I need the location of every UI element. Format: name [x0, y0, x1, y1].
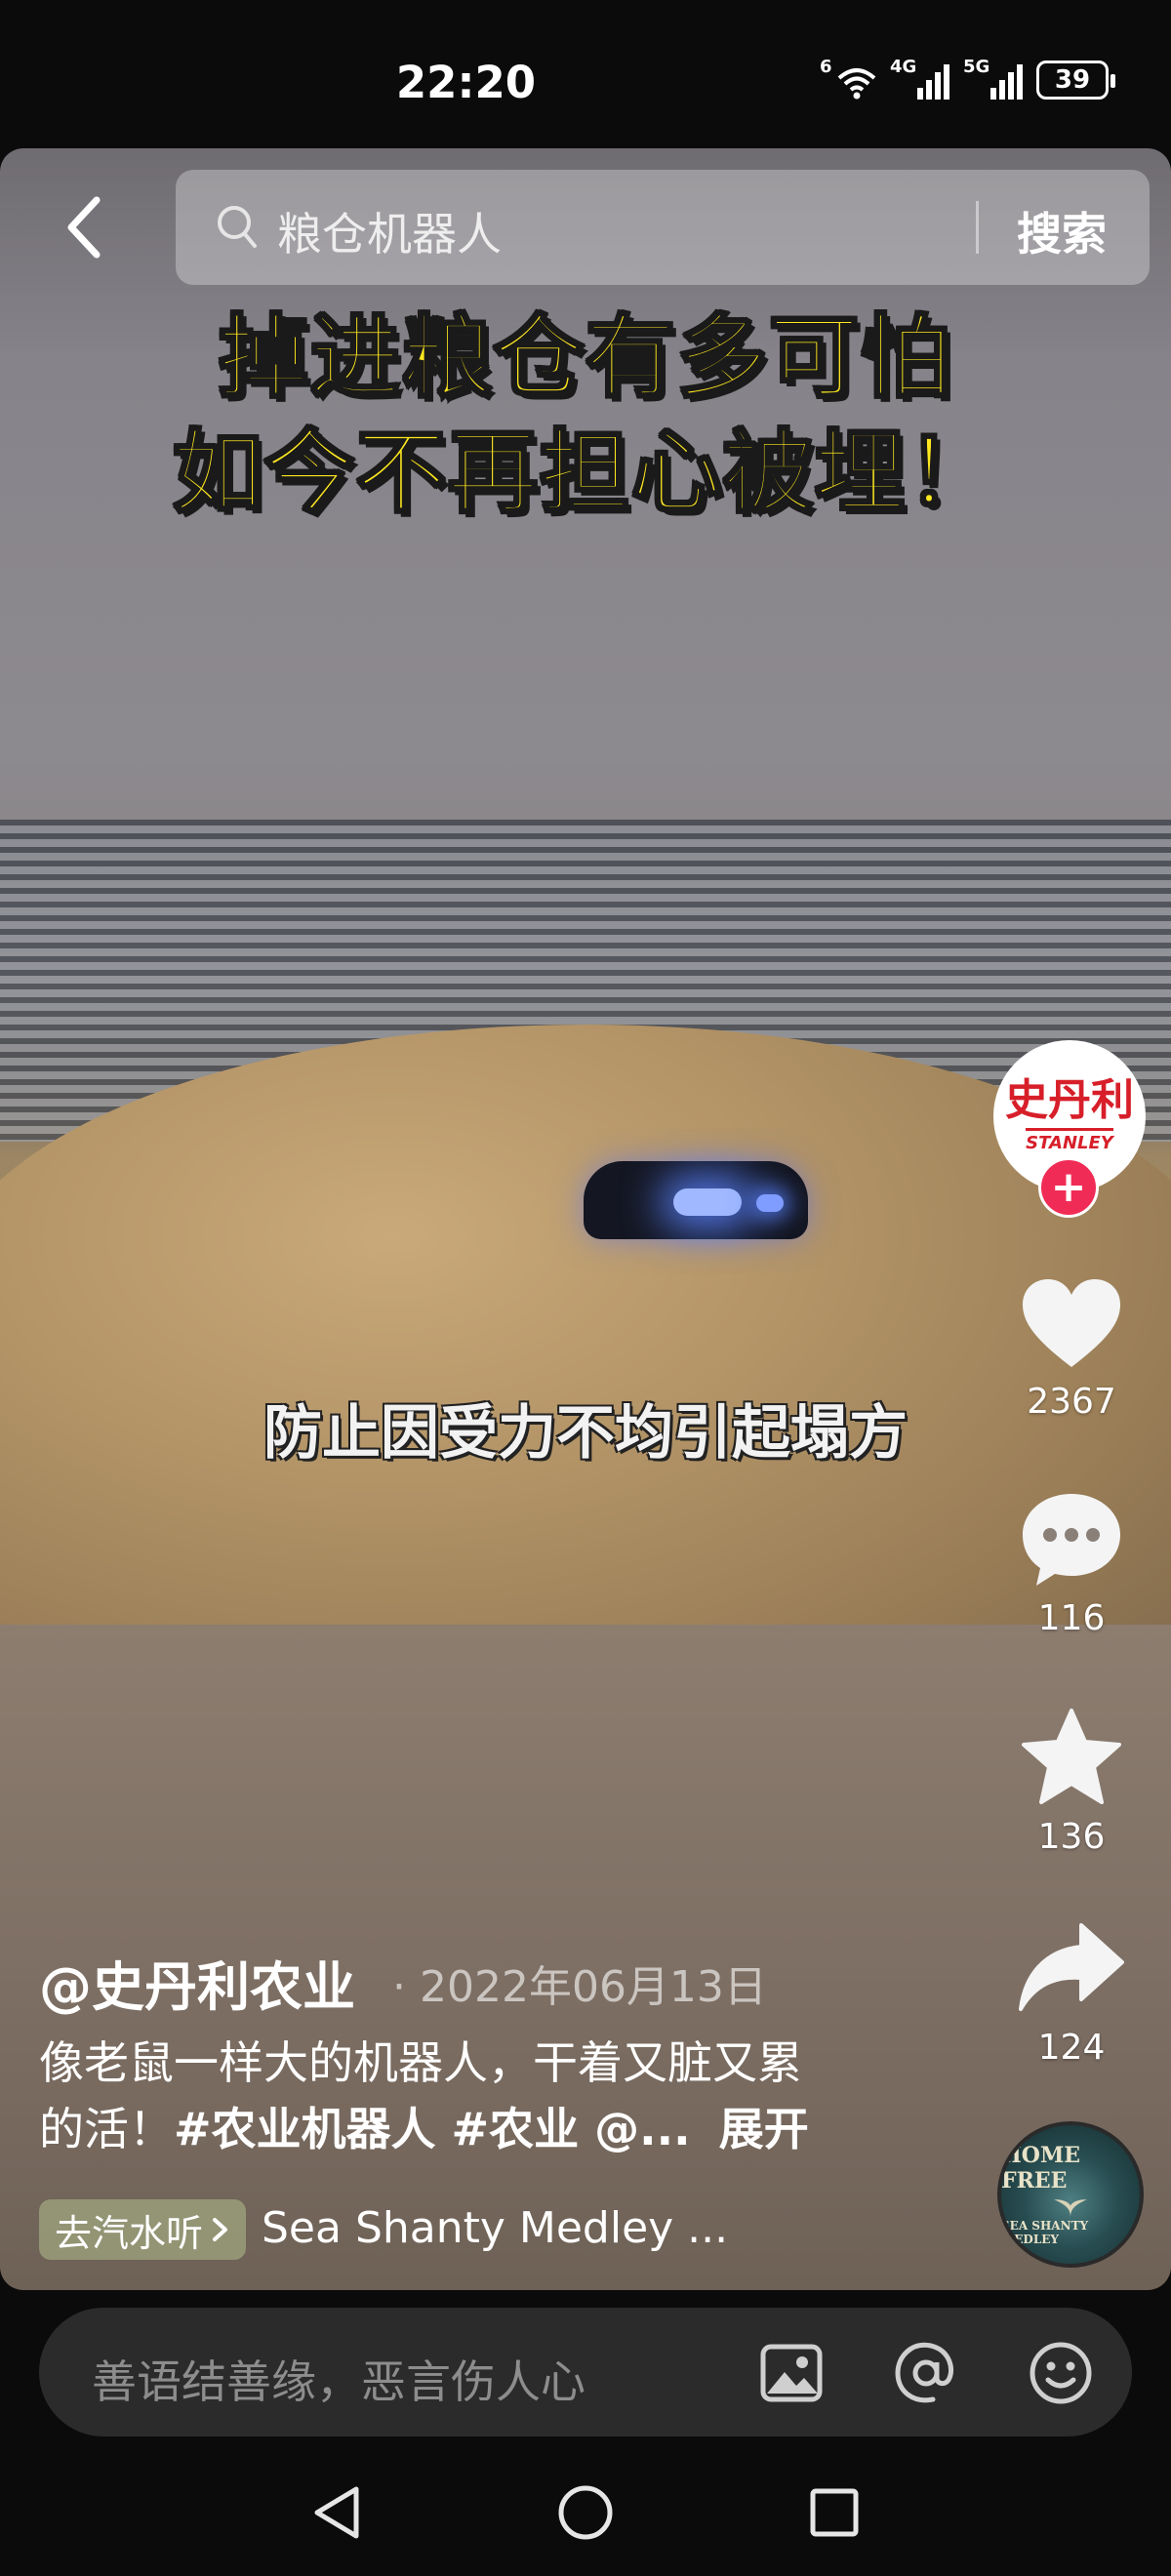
search-input[interactable]: 粮仓机器人 [277, 199, 502, 263]
expand-button[interactable]: 展开 [719, 2103, 809, 2155]
smiley-icon [1030, 2342, 1092, 2404]
video-frame [0, 820, 1171, 1625]
music-tag-label: 去汽水听 [55, 2211, 204, 2255]
like-button[interactable] [1013, 1270, 1130, 1378]
disc-cover-top: HOME FREE [1001, 2143, 1081, 2194]
heart-icon [1023, 1279, 1120, 1367]
status-time: 22:20 [395, 57, 537, 108]
wifi-label: 6 [820, 57, 832, 77]
music-disc[interactable]: HOME FREE SEA SHANTY MEDLEY [997, 2121, 1144, 2268]
mention-button[interactable] [892, 2339, 960, 2407]
back-button[interactable] [49, 193, 117, 262]
nav-home-button[interactable] [551, 2478, 620, 2547]
share-count: 124 [1037, 2028, 1106, 2068]
post-text-tail: 的活！ [39, 2103, 174, 2155]
comment-button[interactable] [1013, 1485, 1130, 1592]
share-button[interactable] [1013, 1914, 1130, 2022]
battery-level: 39 [1054, 65, 1091, 95]
system-nav-bar [0, 2449, 1171, 2576]
square-recents-icon [810, 2488, 859, 2537]
search-icon [218, 206, 257, 248]
music-app-tag[interactable]: 去汽水听 [39, 2199, 247, 2260]
favorite-count: 136 [1037, 1817, 1106, 1857]
signal-5g-label: 5G [963, 57, 990, 77]
wifi-icon: 6 [820, 57, 876, 100]
robot-light-secondary [756, 1194, 784, 1212]
share-arrow-icon [1019, 1923, 1124, 2011]
star-icon [1022, 1709, 1121, 1804]
signal-4g-icon: 4G [890, 57, 949, 100]
music-title[interactable]: Sea Shanty Medley ... [262, 2203, 728, 2253]
comment-input[interactable]: 善语结善缘，恶言伤人心 [39, 2308, 1132, 2436]
search-divider [976, 201, 979, 254]
avatar-brand-en: STANLEY [1026, 1128, 1113, 1153]
status-bar: 22:20 6 4G 5G 39 [0, 0, 1171, 156]
comment-bar: 善语结善缘，恶言伤人心 [0, 2290, 1171, 2449]
post-text-line1: 像老鼠一样大的机器人，干着又脏又累 [39, 2036, 802, 2089]
chevron-right-icon [213, 2218, 228, 2241]
signal-5g-icon: 5G [963, 57, 1023, 100]
post-description: 像老鼠一样大的机器人，干着又脏又累 的活！#农业机器人 #农业 @... 展开 [39, 2030, 917, 2162]
emoji-button[interactable] [1027, 2339, 1095, 2407]
disc-cover-bottom: SEA SHANTY MEDLEY [1001, 2219, 1089, 2246]
post-hashtags[interactable]: #农业机器人 #农业 @... [174, 2103, 691, 2155]
search-button[interactable]: 搜索 [1017, 199, 1107, 263]
nav-back-button[interactable] [303, 2478, 371, 2547]
triangle-back-icon [314, 2486, 359, 2539]
status-icons: 6 4G 5G 39 [820, 57, 1115, 100]
search-bar[interactable]: 粮仓机器人 搜索 [176, 170, 1150, 285]
comment-icon [1023, 1494, 1120, 1586]
video-title-line1: 掉进粮仓有多可怕 [217, 304, 952, 412]
like-count: 2367 [1027, 1382, 1116, 1422]
follow-button[interactable]: + [1038, 1157, 1099, 1218]
author-name[interactable]: @史丹利农业 [39, 1944, 355, 2021]
favorite-button[interactable] [1013, 1704, 1130, 1811]
battery-icon: 39 [1036, 60, 1115, 100]
post-date: · 2022年06月13日 [392, 1962, 767, 2012]
comment-count: 116 [1037, 1598, 1106, 1638]
video-title-line2: 如今不再担心被埋！ [171, 420, 998, 527]
comment-placeholder: 善语结善缘，恶言伤人心 [92, 2355, 586, 2408]
nav-recents-button[interactable] [800, 2478, 868, 2547]
circle-home-icon [558, 2485, 613, 2540]
chevron-left-icon [67, 196, 101, 259]
avatar-brand-cn: 史丹利 [1005, 1075, 1134, 1125]
signal-4g-label: 4G [890, 57, 917, 77]
image-icon [760, 2344, 823, 2402]
post-text-line2: 的活！#农业机器人 #农业 @... 展开 [39, 2096, 917, 2162]
robot-light [673, 1188, 742, 1216]
whale-tail-icon [1054, 2199, 1087, 2218]
at-sign-icon [895, 2342, 954, 2403]
image-picker-button[interactable] [757, 2339, 826, 2407]
